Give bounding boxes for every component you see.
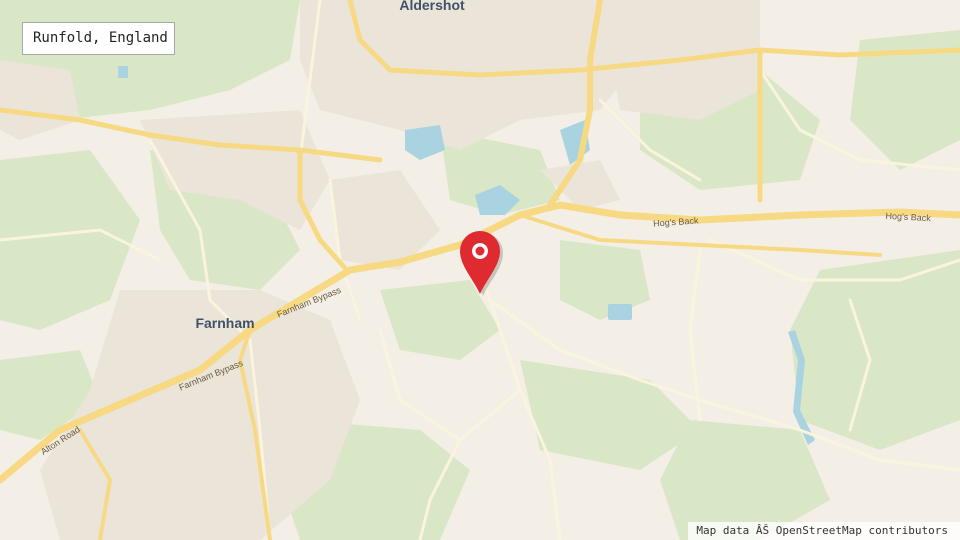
location-label: Runfold, England [22,22,175,55]
place-label-farnham: Farnham [195,315,254,331]
place-label-aldershot: Aldershot [399,0,465,13]
map-attribution[interactable]: Map data ÂŠ OpenStreetMap contributors [688,522,960,540]
map-canvas[interactable]: Aldershot Farnham Hog's Back Hog's Back … [0,0,960,540]
